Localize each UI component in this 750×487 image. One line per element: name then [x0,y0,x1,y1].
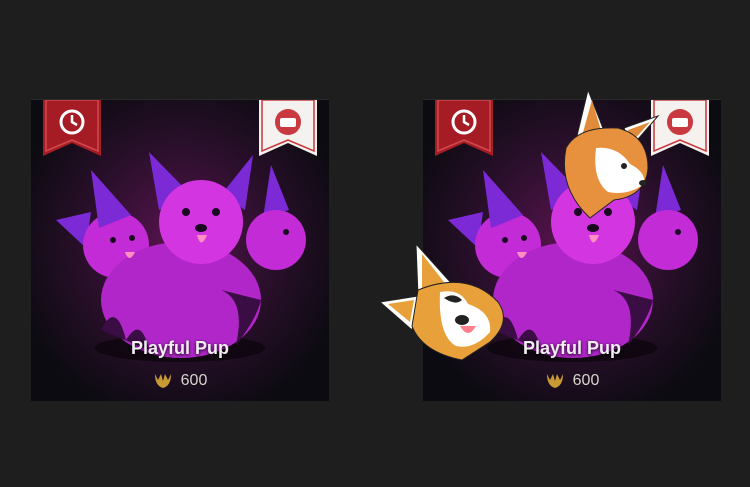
limited-time-banner [43,100,101,156]
item-name: Playful Pup [130,338,229,358]
shop-item-card[interactable]: Playful Pup 600 [31,99,329,401]
price-value: 600 [572,372,600,389]
featured-banner [259,100,317,156]
item-price: 600 [31,372,329,390]
limited-time-banner [435,100,493,156]
champion-token-icon [154,374,171,388]
corgi-sticker [563,88,660,219]
corgi-sticker [378,242,504,361]
champion-token-icon [546,374,563,388]
price-value: 600 [180,372,208,389]
item-price: 600 [423,372,721,390]
